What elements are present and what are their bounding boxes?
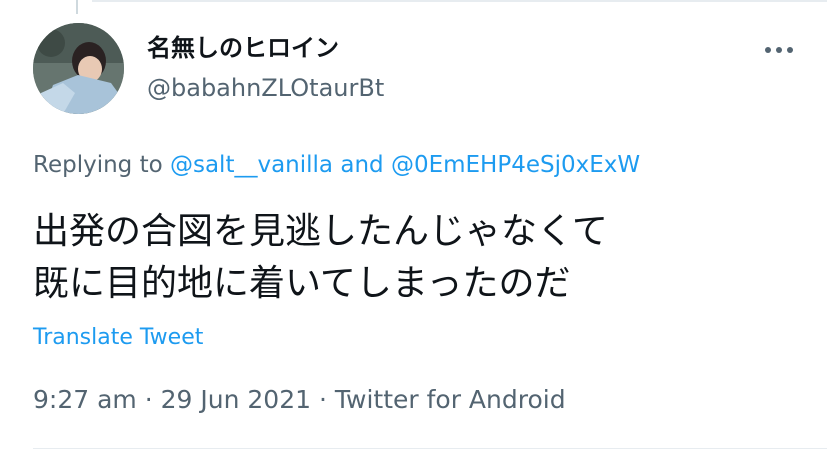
tweet-detail: 名無しのヒロイン @babahnZLOtaurBt Replying to @s… [0, 0, 827, 451]
more-horizontal-icon[interactable] [762, 38, 796, 62]
reply-mention-link[interactable]: @salt__vanilla [170, 152, 333, 178]
translate-tweet-link[interactable]: Translate Tweet [33, 323, 203, 353]
tweet-source: Twitter for Android [334, 385, 566, 414]
reply-mention-link[interactable]: @0EmEHP4eSj0xExW [391, 152, 640, 178]
tweet-date[interactable]: 29 Jun 2021 [161, 385, 311, 414]
author-handle[interactable]: @babahnZLOtaurBt [147, 73, 384, 103]
metadata-separator: · [144, 385, 153, 414]
bottom-divider [33, 448, 827, 449]
replying-to-line: Replying to @salt__vanilla and @0EmEHP4e… [33, 150, 640, 180]
tweet-metadata: 9:27 am · 29 Jun 2021 · Twitter for Andr… [33, 384, 566, 416]
author-display-name[interactable]: 名無しのヒロイン [147, 33, 339, 63]
tweet-text-line: 出発の合図を見逃したんじゃなくて [33, 211, 608, 252]
tweet-text-line: 既に目的地に着いてしまったのだ [33, 263, 571, 304]
reply-conjunction: and [340, 152, 384, 178]
thread-connector-line [76, 0, 78, 14]
tweet-time[interactable]: 9:27 am [33, 385, 137, 414]
top-divider [92, 0, 827, 2]
avatar[interactable] [33, 23, 124, 114]
avatar-image [33, 23, 124, 114]
replying-to-label: Replying to [33, 152, 163, 178]
tweet-text: 出発の合図を見逃したんじゃなくて 既に目的地に着いてしまったのだ [33, 206, 793, 310]
metadata-separator: · [318, 385, 327, 414]
